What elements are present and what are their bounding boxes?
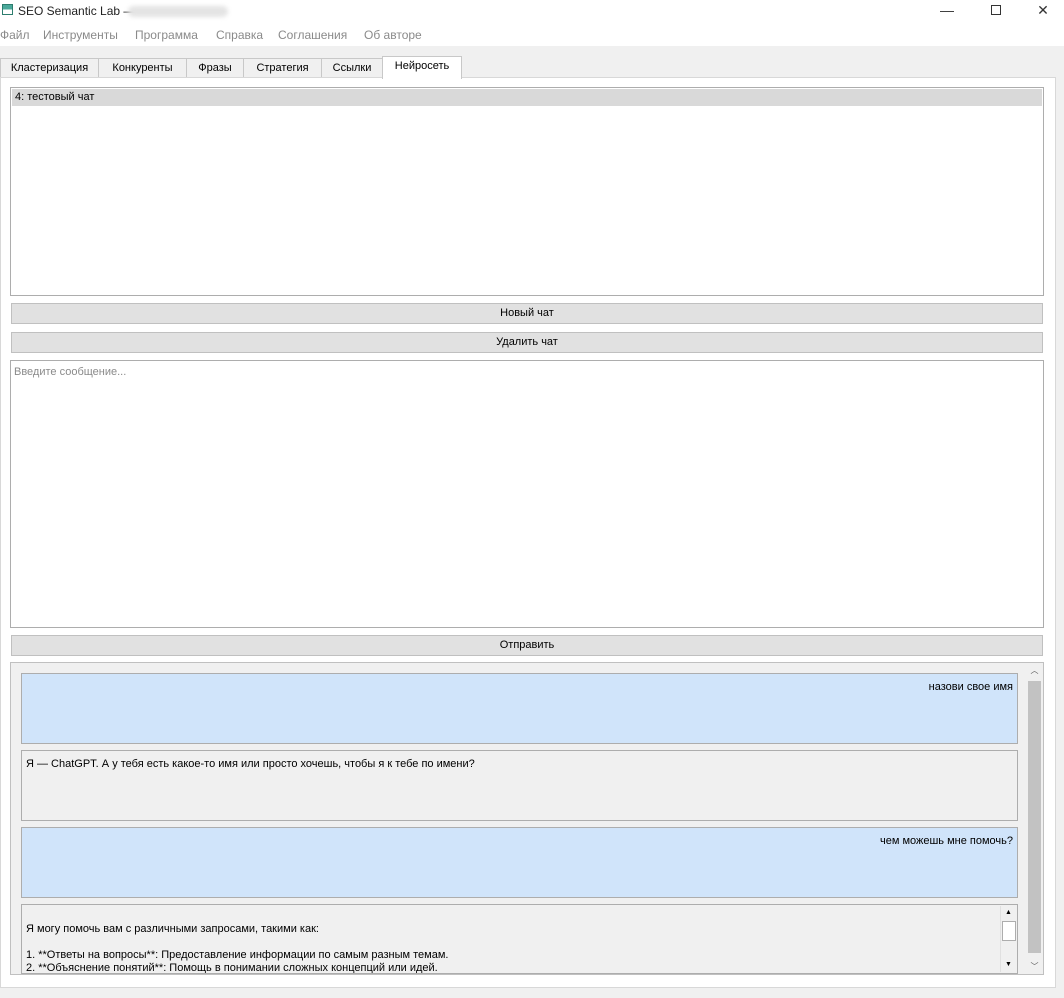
send-button[interactable]: Отправить [11, 635, 1043, 656]
chat-list-item[interactable]: 4: тестовый чат [12, 89, 1042, 106]
menu-agreements[interactable]: Соглашения [278, 28, 347, 42]
close-button[interactable]: ✕ [1020, 0, 1064, 22]
title-redacted [128, 6, 228, 17]
minimize-icon: — [940, 2, 954, 18]
menu-file[interactable]: Файл [0, 28, 30, 42]
message-text: чем можешь мне помочь? [879, 835, 1013, 847]
scroll-thumb[interactable] [1002, 921, 1016, 941]
maximize-icon [991, 5, 1001, 15]
menu-bar: Файл Инструменты Программа Справка Согла… [0, 22, 1064, 46]
user-message: назови свое имя [21, 673, 1018, 744]
app-icon [2, 4, 13, 15]
message-scrollbar[interactable]: ▲ ▼ [1000, 906, 1016, 972]
menu-help[interactable]: Справка [216, 28, 263, 42]
message-text: назови свое имя [928, 681, 1013, 693]
scroll-up-icon[interactable]: ▲ [1001, 906, 1016, 920]
delete-chat-button[interactable]: Удалить чат [11, 332, 1043, 353]
tab-phrases[interactable]: Фразы [186, 58, 244, 78]
user-message: чем можешь мне помочь? [21, 827, 1018, 898]
assistant-message: Я — ChatGPT. А у тебя есть какое-то имя … [21, 750, 1018, 821]
messages-area[interactable]: назови свое имя Я — ChatGPT. А у тебя ес… [10, 662, 1044, 975]
maximize-button[interactable] [973, 0, 1019, 22]
assistant-message[interactable]: Я могу помочь вам с различными запросами… [21, 904, 1018, 974]
tab-competitors[interactable]: Конкуренты [98, 58, 187, 78]
messages-scrollbar[interactable]: ︿ ﹀ [1026, 663, 1043, 974]
window-title: SEO Semantic Lab — [18, 4, 136, 18]
close-icon: ✕ [1037, 2, 1049, 18]
message-text: Я могу помочь вам с различными запросами… [26, 923, 449, 974]
message-input[interactable] [10, 360, 1044, 628]
chat-list[interactable]: 4: тестовый чат [10, 87, 1044, 296]
scroll-thumb[interactable] [1028, 681, 1041, 953]
chevron-up-icon[interactable]: ︿ [1026, 663, 1043, 678]
tab-clustering[interactable]: Кластеризация [0, 58, 99, 78]
scroll-down-icon[interactable]: ▼ [1001, 958, 1016, 972]
new-chat-button[interactable]: Новый чат [11, 303, 1043, 324]
menu-tools[interactable]: Инструменты [43, 28, 118, 42]
tab-neural-network[interactable]: Нейросеть [382, 56, 462, 79]
chevron-down-icon[interactable]: ﹀ [1026, 959, 1043, 974]
menu-about[interactable]: Об авторе [364, 28, 422, 42]
tab-bar: Кластеризация Конкуренты Фразы Стратегия… [0, 56, 1064, 79]
tab-links[interactable]: Ссылки [321, 58, 383, 78]
menu-program[interactable]: Программа [135, 28, 198, 42]
title-bar: SEO Semantic Lab — — ✕ [0, 0, 1064, 22]
minimize-button[interactable]: — [924, 0, 970, 22]
tab-strategy[interactable]: Стратегия [243, 58, 322, 78]
message-text: Я — ChatGPT. А у тебя есть какое-то имя … [26, 758, 475, 770]
